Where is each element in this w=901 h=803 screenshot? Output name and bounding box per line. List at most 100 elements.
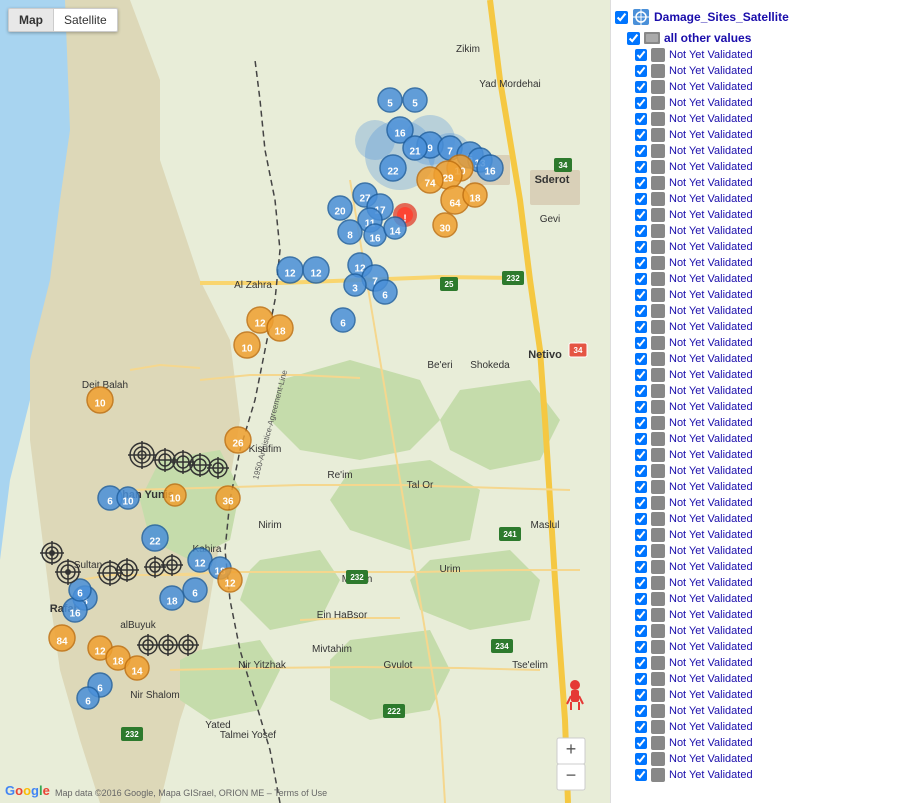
legend-item-label[interactable]: Not Yet Validated — [669, 129, 753, 141]
legend-checkbox[interactable] — [635, 497, 647, 509]
legend-checkbox[interactable] — [635, 577, 647, 589]
legend-item-icon — [651, 384, 665, 398]
legend-item-label[interactable]: Not Yet Validated — [669, 673, 753, 685]
legend-checkbox[interactable] — [635, 177, 647, 189]
satellite-tab-button[interactable]: Satellite — [54, 9, 117, 31]
legend-checkbox[interactable] — [635, 49, 647, 61]
legend-item-label[interactable]: Not Yet Validated — [669, 721, 753, 733]
legend-item-label[interactable]: Not Yet Validated — [669, 145, 753, 157]
legend-checkbox[interactable] — [635, 513, 647, 525]
legend-item-label[interactable]: Not Yet Validated — [669, 289, 753, 301]
legend-item-label[interactable]: Not Yet Validated — [669, 465, 753, 477]
legend-checkbox[interactable] — [635, 97, 647, 109]
legend-item-label[interactable]: Not Yet Validated — [669, 161, 753, 173]
legend-item-label[interactable]: Not Yet Validated — [669, 417, 753, 429]
all-other-label[interactable]: all other values — [664, 31, 751, 45]
legend-item-label[interactable]: Not Yet Validated — [669, 113, 753, 125]
legend-checkbox[interactable] — [635, 161, 647, 173]
all-other-checkbox[interactable] — [627, 32, 640, 45]
legend-item-label[interactable]: Not Yet Validated — [669, 257, 753, 269]
legend-checkbox[interactable] — [635, 305, 647, 317]
legend-item-label[interactable]: Not Yet Validated — [669, 513, 753, 525]
legend-item-label[interactable]: Not Yet Validated — [669, 97, 753, 109]
legend-checkbox[interactable] — [635, 449, 647, 461]
map-tab-button[interactable]: Map — [9, 9, 54, 31]
legend-checkbox[interactable] — [635, 609, 647, 621]
legend-item-label[interactable]: Not Yet Validated — [669, 561, 753, 573]
legend-item-label[interactable]: Not Yet Validated — [669, 177, 753, 189]
legend-checkbox[interactable] — [635, 225, 647, 237]
legend-checkbox[interactable] — [635, 593, 647, 605]
legend-item-label[interactable]: Not Yet Validated — [669, 737, 753, 749]
legend-item-label[interactable]: Not Yet Validated — [669, 609, 753, 621]
legend-checkbox[interactable] — [635, 273, 647, 285]
legend-checkbox[interactable] — [635, 753, 647, 765]
legend-item-label[interactable]: Not Yet Validated — [669, 305, 753, 317]
svg-text:+: + — [566, 739, 577, 759]
legend-checkbox[interactable] — [635, 769, 647, 781]
legend-checkbox[interactable] — [635, 289, 647, 301]
legend-checkbox[interactable] — [635, 737, 647, 749]
legend-item-label[interactable]: Not Yet Validated — [669, 241, 753, 253]
legend-checkbox[interactable] — [635, 241, 647, 253]
legend-item-label[interactable]: Not Yet Validated — [669, 481, 753, 493]
legend-item-label[interactable]: Not Yet Validated — [669, 193, 753, 205]
legend-item-label[interactable]: Not Yet Validated — [669, 433, 753, 445]
legend-checkbox[interactable] — [635, 417, 647, 429]
legend-item-label[interactable]: Not Yet Validated — [669, 705, 753, 717]
legend-item-label[interactable]: Not Yet Validated — [669, 369, 753, 381]
legend-item-label[interactable]: Not Yet Validated — [669, 385, 753, 397]
legend-checkbox[interactable] — [635, 545, 647, 557]
legend-checkbox[interactable] — [635, 113, 647, 125]
legend-item-label[interactable]: Not Yet Validated — [669, 529, 753, 541]
legend-item-label[interactable]: Not Yet Validated — [669, 49, 753, 61]
legend-checkbox[interactable] — [635, 65, 647, 77]
legend-item-label[interactable]: Not Yet Validated — [669, 337, 753, 349]
legend-checkbox[interactable] — [635, 641, 647, 653]
legend-checkbox[interactable] — [635, 337, 647, 349]
legend-item-label[interactable]: Not Yet Validated — [669, 209, 753, 221]
legend-item-label[interactable]: Not Yet Validated — [669, 545, 753, 557]
legend-checkbox[interactable] — [635, 401, 647, 413]
legend-checkbox[interactable] — [635, 689, 647, 701]
legend-checkbox[interactable] — [635, 193, 647, 205]
legend-item-label[interactable]: Not Yet Validated — [669, 641, 753, 653]
legend-checkbox[interactable] — [635, 465, 647, 477]
legend-item-label[interactable]: Not Yet Validated — [669, 593, 753, 605]
legend-checkbox[interactable] — [635, 369, 647, 381]
legend-checkbox[interactable] — [635, 529, 647, 541]
legend-checkbox[interactable] — [635, 705, 647, 717]
legend-checkbox[interactable] — [635, 385, 647, 397]
legend-item-label[interactable]: Not Yet Validated — [669, 449, 753, 461]
layer-checkbox[interactable] — [615, 11, 628, 24]
legend-checkbox[interactable] — [635, 145, 647, 157]
legend-checkbox[interactable] — [635, 209, 647, 221]
legend-checkbox[interactable] — [635, 353, 647, 365]
legend-checkbox[interactable] — [635, 673, 647, 685]
legend-item-label[interactable]: Not Yet Validated — [669, 321, 753, 333]
legend-checkbox[interactable] — [635, 657, 647, 669]
legend-item-label[interactable]: Not Yet Validated — [669, 497, 753, 509]
legend-item-label[interactable]: Not Yet Validated — [669, 65, 753, 77]
legend-item-label[interactable]: Not Yet Validated — [669, 225, 753, 237]
legend-checkbox[interactable] — [635, 81, 647, 93]
legend-item-label[interactable]: Not Yet Validated — [669, 769, 753, 781]
legend-checkbox[interactable] — [635, 625, 647, 637]
legend-item-label[interactable]: Not Yet Validated — [669, 81, 753, 93]
layer-title-container[interactable]: Damage_Sites_Satellite — [632, 8, 789, 26]
legend-item-label[interactable]: Not Yet Validated — [669, 753, 753, 765]
legend-item-label[interactable]: Not Yet Validated — [669, 353, 753, 365]
legend-checkbox[interactable] — [635, 481, 647, 493]
legend-item-label[interactable]: Not Yet Validated — [669, 401, 753, 413]
legend-item-label[interactable]: Not Yet Validated — [669, 577, 753, 589]
legend-checkbox[interactable] — [635, 433, 647, 445]
legend-checkbox[interactable] — [635, 129, 647, 141]
legend-checkbox[interactable] — [635, 721, 647, 733]
legend-item-label[interactable]: Not Yet Validated — [669, 625, 753, 637]
legend-checkbox[interactable] — [635, 321, 647, 333]
legend-item-label[interactable]: Not Yet Validated — [669, 689, 753, 701]
legend-checkbox[interactable] — [635, 561, 647, 573]
legend-checkbox[interactable] — [635, 257, 647, 269]
legend-item-label[interactable]: Not Yet Validated — [669, 273, 753, 285]
legend-item-label[interactable]: Not Yet Validated — [669, 657, 753, 669]
